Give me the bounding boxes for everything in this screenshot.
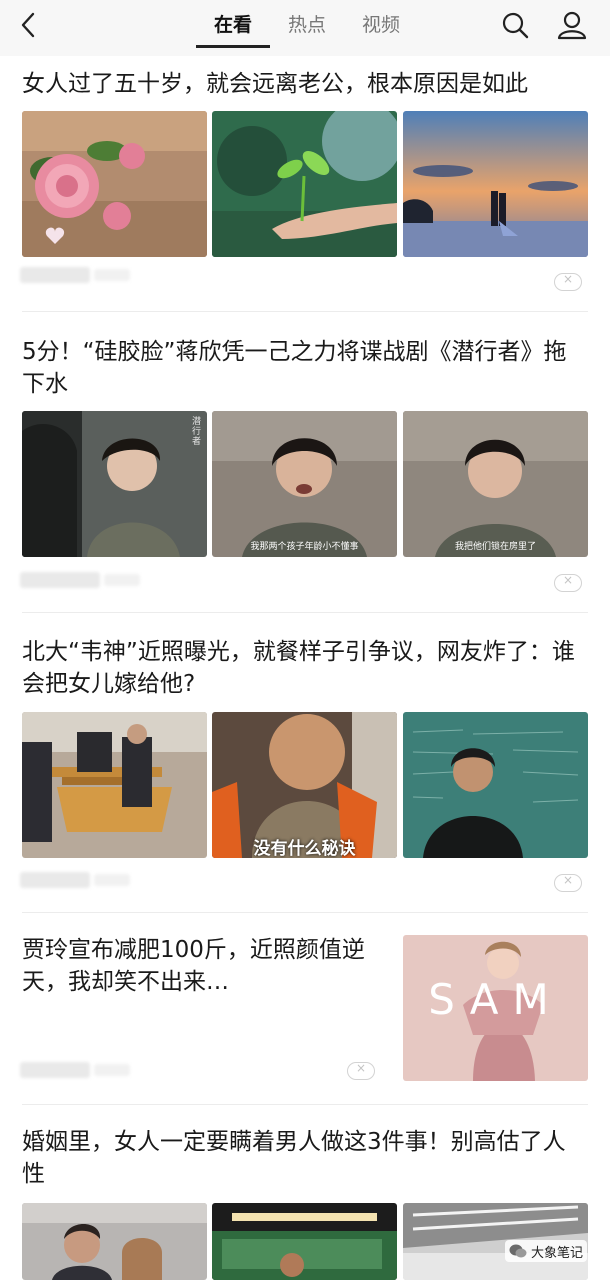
thumbnail-couple <box>22 1203 207 1280</box>
poster-title-vertical: 潜行者 <box>192 417 202 447</box>
thumbnail-cafeteria <box>22 712 207 858</box>
thumbnail-interview: 没有什么秘诀 <box>212 712 397 858</box>
thumbnail-sam-fashion: SAM <box>403 935 588 1081</box>
thumbnail-rose <box>22 111 207 257</box>
back-button[interactable] <box>14 10 44 40</box>
source-name-blurred <box>20 572 140 588</box>
video-caption: 我把他们锁在房里了 <box>454 542 536 552</box>
source-name-blurred <box>20 872 130 888</box>
thumbnail-drama-still-1: 潜行者 <box>22 411 207 557</box>
dismiss-button[interactable]: × <box>554 873 582 892</box>
thumbnail-subway <box>212 1203 397 1280</box>
divider <box>22 612 588 613</box>
tab-zaikan[interactable]: 在看 <box>196 0 270 48</box>
watermark: 大象笔记 <box>505 1240 588 1262</box>
dismiss-button[interactable]: × <box>347 1061 375 1080</box>
search-icon <box>502 12 529 39</box>
article-title[interactable]: 北大“韦神”近照曝光，就餐样子引争议，网友炸了：谁会把女儿嫁给他? <box>22 636 588 700</box>
divider <box>22 912 588 913</box>
dismiss-button[interactable]: × <box>554 573 582 592</box>
wechat-icon <box>509 1244 527 1258</box>
divider <box>22 1104 588 1105</box>
thumbnail-drama-still-2: 我那两个孩子年龄小不懂事 <box>212 411 397 557</box>
image-overlay-text: SAM <box>428 975 563 1024</box>
article-title[interactable]: 贾玲宣布减肥100斤，近照颜值逆天，我却笑不出来… <box>22 934 382 998</box>
thumbnail-drama-still-3: 我把他们锁在房里了 <box>403 411 588 557</box>
user-icon <box>557 11 587 40</box>
close-icon: × <box>562 573 574 587</box>
watermark-text: 大象笔记 <box>531 1245 584 1261</box>
thumbnail-chalkboard <box>403 712 588 858</box>
thumbnail-sprout <box>212 111 397 257</box>
article-title[interactable]: 婚姻里，女人一定要瞒着男人做这3件事！别高估了人性 <box>22 1126 588 1190</box>
video-caption: 我那两个孩子年龄小不懂事 <box>250 542 359 552</box>
dismiss-button[interactable]: × <box>554 272 582 291</box>
top-bar: 在看 热点 视频 <box>0 0 610 56</box>
article-title[interactable]: 5分！“硅胶脸”蒋欣凭一己之力将谍战剧《潜行者》拖下水 <box>22 336 588 400</box>
thumbnail-couple-sunset <box>403 111 588 257</box>
article-thumbnails: 潜行者 我那两个孩子年龄小不懂事 我把他们锁在房里了 <box>22 411 588 557</box>
tab-bar: 在看 热点 视频 <box>196 0 418 56</box>
chevron-left-icon <box>21 12 35 38</box>
source-name-blurred <box>20 267 130 283</box>
divider <box>22 311 588 312</box>
search-button[interactable] <box>500 10 530 40</box>
article-thumbnails <box>22 1203 588 1280</box>
close-icon: × <box>355 1061 367 1075</box>
tab-video[interactable]: 视频 <box>344 0 418 56</box>
article-thumbnails <box>22 111 588 257</box>
source-name-blurred <box>20 1062 130 1078</box>
profile-button[interactable] <box>556 9 588 41</box>
close-icon: × <box>562 873 574 887</box>
tab-hot[interactable]: 热点 <box>270 0 344 56</box>
close-icon: × <box>562 272 574 286</box>
video-caption: 没有什么秘诀 <box>253 839 356 858</box>
article-title[interactable]: 女人过了五十岁，就会远离老公，根本原因是如此 <box>22 68 588 100</box>
article-thumbnails: 没有什么秘诀 <box>22 712 588 858</box>
